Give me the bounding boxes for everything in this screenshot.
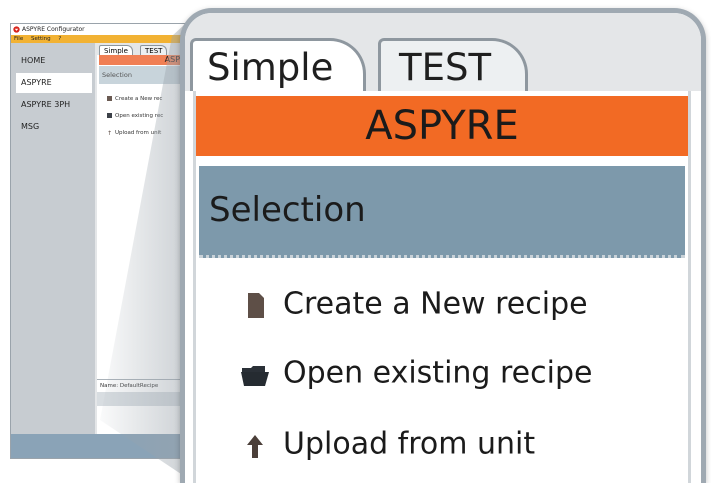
tab-simple[interactable]: Simple xyxy=(190,38,366,91)
document-icon xyxy=(107,96,112,101)
magnified-view: Simple TEST ASPYRE Selection Create a Ne… xyxy=(180,8,706,483)
window-title: ASPYRE Configurator xyxy=(22,26,85,33)
menu-bar: File Setting ? xyxy=(11,35,199,43)
upload-arrow-icon: ↑ xyxy=(107,130,113,137)
document-icon xyxy=(248,292,264,318)
menu-setting[interactable]: Setting xyxy=(31,36,51,42)
status-bar xyxy=(11,434,199,458)
app-logo-icon xyxy=(13,26,20,33)
app-window: ASPYRE Configurator File Setting ? HOME … xyxy=(10,23,200,459)
open-existing-recipe-label: Open existing recipe xyxy=(283,355,593,391)
menu-file[interactable]: File xyxy=(14,36,23,42)
folder-open-icon xyxy=(241,365,269,386)
folder-open-icon xyxy=(107,113,112,118)
upload-from-unit-button[interactable]: Upload from unit xyxy=(239,424,535,464)
mini-action-open[interactable]: Open existing rec xyxy=(107,113,163,119)
selection-header: Selection xyxy=(199,166,685,258)
tab-test[interactable]: TEST xyxy=(378,38,528,91)
mini-action-create[interactable]: Create a New rec xyxy=(107,96,162,102)
menu-help[interactable]: ? xyxy=(58,36,61,42)
mini-action-upload[interactable]: ↑ Upload from unit xyxy=(107,130,162,137)
title-bar: ASPYRE Configurator xyxy=(11,24,199,35)
mini-action-upload-label: Upload from unit xyxy=(115,130,162,136)
create-new-recipe-button[interactable]: Create a New recipe xyxy=(239,284,588,324)
tab-strip: Simple TEST xyxy=(185,13,701,91)
sidebar-item-home[interactable]: HOME xyxy=(11,51,95,71)
sidebar-item-msg[interactable]: MSG xyxy=(11,117,95,137)
mini-action-create-label: Create a New rec xyxy=(115,96,163,102)
aspyre-banner: ASPYRE xyxy=(196,96,688,156)
sidebar-item-aspyre[interactable]: ASPYRE xyxy=(16,73,92,93)
sidebar: HOME ASPYRE ASPYRE 3PH MSG xyxy=(11,43,95,443)
create-new-recipe-label: Create a New recipe xyxy=(283,286,588,322)
open-existing-recipe-button[interactable]: Open existing recipe xyxy=(239,353,592,393)
recipe-name-label: Name: DefaultRecipe xyxy=(100,383,159,389)
upload-from-unit-label: Upload from unit xyxy=(283,426,536,462)
mini-action-open-label: Open existing rec xyxy=(115,113,164,119)
sidebar-item-aspyre-3ph[interactable]: ASPYRE 3PH xyxy=(11,95,95,115)
tab-content: ASPYRE Selection Create a New recipe Ope… xyxy=(193,91,691,483)
upload-arrow-icon xyxy=(247,434,263,458)
